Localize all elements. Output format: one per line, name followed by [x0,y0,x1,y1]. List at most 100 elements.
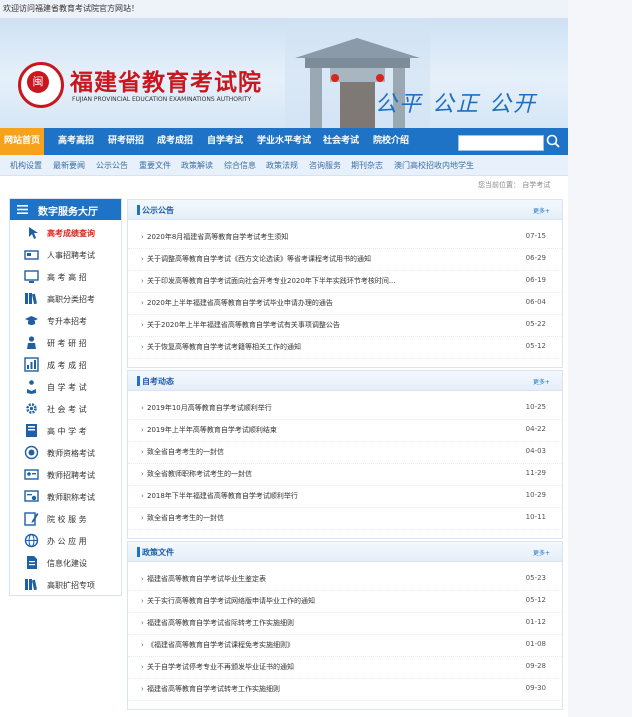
news-row[interactable]: › 福建省高等教育自学考试省际转考工作实施细则 01-12 [128,612,562,635]
search-icon[interactable] [545,133,561,149]
sidebar-item[interactable]: 教师招聘考试 [10,464,121,486]
news-row[interactable]: › 2020年上半年福建省高等教育自学考试毕业申请办理的通告 06-04 [128,292,562,315]
sidebar-item[interactable]: 高职扩招专项 [10,574,121,596]
sidebar-item[interactable]: 信息化建设 [10,552,121,574]
news-title[interactable]: 关于自学考试停考专业不再颁发毕业证书的通知 [147,662,294,672]
news-row[interactable]: › 关于2020年上半年福建省高等教育自学考试有关事项调整公告 05-22 [128,314,562,337]
sidebar-item[interactable]: 社 会 考 试 [10,398,121,420]
news-row[interactable]: › 关于实行高等教育自学考试网络版申请毕业工作的通知 05-12 [128,590,562,613]
news-title[interactable]: 致全省教师职称考试考生的一封信 [147,469,252,479]
news-title[interactable]: 关于印发高等教育自学考试面向社会开考专业2020年下半年实践环节考核时间... [147,276,396,286]
subnav-item[interactable]: 咨询服务 [309,160,341,171]
authority-logo[interactable]: 闽 [18,62,64,108]
news-title[interactable]: 致全省自考考生的一封信 [147,513,224,523]
page-margin [568,0,632,717]
student-icon [27,336,36,349]
news-row[interactable]: › 关于自学考试停考专业不再颁发毕业证书的通知 09-28 [128,656,562,679]
panel-accent-bar [137,205,140,215]
chevron-right-icon: › [141,575,144,583]
news-title[interactable]: 2019年上半年高等教育自学考试顺利结束 [147,425,277,435]
subnav-item[interactable]: 重要文件 [139,160,171,171]
sidebar-item[interactable]: 成 考 成 招 [10,354,121,376]
news-row[interactable]: › 关于调整高等教育自学考试《西方文论选读》等省考课程考试用书的通知 06-29 [128,248,562,271]
news-date: 11-29 [525,469,546,477]
breadcrumb-current[interactable]: 自学考试 [522,181,550,189]
more-link[interactable]: 更多+ [533,377,550,386]
news-date: 10-11 [525,513,546,521]
chevron-right-icon: › [141,685,144,693]
nav-item-yankao[interactable]: 研考研招 [108,128,144,155]
news-title[interactable]: 福建省高等教育自学考试省际转考工作实施细则 [147,618,294,628]
sidebar-item[interactable]: 高 考 高 招 [10,266,121,288]
news-row[interactable]: › 福建省高等教育自学考试转考工作实施细则 09-30 [128,678,562,701]
news-row[interactable]: › 2019年10月高等教育自学考试顺利举行 10-25 [128,397,562,420]
news-date: 05-23 [525,574,546,582]
search-input[interactable] [458,135,544,151]
news-date: 10-29 [525,491,546,499]
sidebar-item[interactable]: 教师资格考试 [10,442,121,464]
subnav-item[interactable]: 期刊杂志 [351,160,383,171]
sidebar-item[interactable]: 自 学 考 试 [10,376,121,398]
logo-seal-char: 闽 [27,71,49,93]
nav-item-yuanxiao[interactable]: 院校介绍 [373,128,409,155]
news-row[interactable]: › 2018年下半年福建省高等教育自学考试顺利举行 10-29 [128,485,562,508]
news-title[interactable]: 福建省高等教育自学考试转考工作实施细则 [147,684,280,694]
news-title[interactable]: 2018年下半年福建省高等教育自学考试顺利举行 [147,491,298,501]
nav-item-home[interactable]: 网站首页 [0,128,44,155]
news-title[interactable]: 关于实行高等教育自学考试网络版申请毕业工作的通知 [147,596,315,606]
card-icon [24,250,39,260]
news-title[interactable]: 致全省自考考生的一封信 [147,447,224,457]
book-icon [26,424,37,437]
sidebar-item[interactable]: 专升本招考 [10,310,121,332]
subnav-item[interactable]: 机构设置 [10,160,42,171]
subnav-item[interactable]: 澳门高校招收内地学生 [394,160,474,171]
news-row[interactable]: › 致全省教师职称考试考生的一封信 11-29 [128,463,562,486]
news-title[interactable]: 关于调整高等教育自学考试《西方文论选读》等省考课程考试用书的通知 [147,254,371,264]
sidebar-item-label: 自 学 考 试 [47,383,87,392]
sidebar-item[interactable]: 院 校 服 务 [10,508,121,530]
news-title[interactable]: 关于2020年上半年福建省高等教育自学考试有关事项调整公告 [147,320,340,330]
sidebar-item[interactable]: 办 公 应 用 [10,530,121,552]
subnav-item[interactable]: 最新要闻 [53,160,85,171]
sidebar-item[interactable]: 高职分类招考 [10,288,121,310]
nav-item-xueye[interactable]: 学业水平考试 [257,128,311,155]
panel-header: 自考动态 更多+ [128,371,562,391]
news-row[interactable]: › 关于恢复高等教育自学考试考籍等相关工作的通知 05-12 [128,336,562,359]
sidebar-item[interactable]: 人事招聘考试 [10,244,121,266]
nav-item-gaokao[interactable]: 高考高招 [58,128,94,155]
more-link[interactable]: 更多+ [533,548,550,557]
news-title[interactable]: 福建省高等教育自学考试毕业生鉴定表 [147,574,266,584]
news-title[interactable]: 关于恢复高等教育自学考试考籍等相关工作的通知 [147,342,301,352]
sidebar-item[interactable]: 高 中 学 考 [10,420,121,442]
subnav-item[interactable]: 政策解读 [181,160,213,171]
chevron-right-icon: › [141,514,144,522]
news-row[interactable]: › 2020年8月福建省高等教育自学考试考生须知 07-15 [128,226,562,249]
nav-item-zixue[interactable]: 自学考试 [207,128,243,155]
nav-item-chengkao[interactable]: 成考成招 [157,128,193,155]
subnav-item[interactable]: 综合信息 [224,160,256,171]
nav-item-shehui[interactable]: 社会考试 [323,128,359,155]
subnav-item[interactable]: 政策法规 [266,160,298,171]
subnav-item[interactable]: 公示公告 [96,160,128,171]
sidebar-item[interactable]: 教师职称考试 [10,486,121,508]
news-row[interactable]: › 关于印发高等教育自学考试面向社会开考专业2020年下半年实践环节考核时间...… [128,270,562,293]
news-title[interactable]: 2020年上半年福建省高等教育自学考试毕业申请办理的通告 [147,298,333,308]
news-row[interactable]: › 致全省自考考生的一封信 04-03 [128,441,562,464]
news-panel: 政策文件 更多+ › 福建省高等教育自学考试毕业生鉴定表 05-23 › 关于实行高等教育自… [127,541,563,710]
chevron-right-icon: › [141,619,144,627]
sidebar-item-label: 高考成绩查询 [47,229,95,238]
news-row[interactable]: › 《福建省高等教育自学考试课程免考实施细则》 01-08 [128,634,562,657]
news-date: 06-04 [525,298,546,306]
sidebar-item-label: 高 中 学 考 [47,427,87,436]
news-title[interactable]: 2019年10月高等教育自学考试顺利举行 [147,403,272,413]
news-title[interactable]: 2020年8月福建省高等教育自学考试考生须知 [147,232,288,242]
news-row[interactable]: › 福建省高等教育自学考试毕业生鉴定表 05-23 [128,568,562,591]
news-row[interactable]: › 致全省自考考生的一封信 10-11 [128,507,562,530]
panel-header: 公示公告 更多+ [128,200,562,220]
sidebar-item[interactable]: 高考成绩查询 [10,222,121,244]
news-row[interactable]: › 2019年上半年高等教育自学考试顺利结束 04-22 [128,419,562,442]
news-title[interactable]: 《福建省高等教育自学考试课程免考实施细则》 [147,640,294,650]
sidebar-item[interactable]: 研 考 研 招 [10,332,121,354]
more-link[interactable]: 更多+ [533,206,550,215]
sidebar-title: 数字服务大厅 [38,207,98,218]
